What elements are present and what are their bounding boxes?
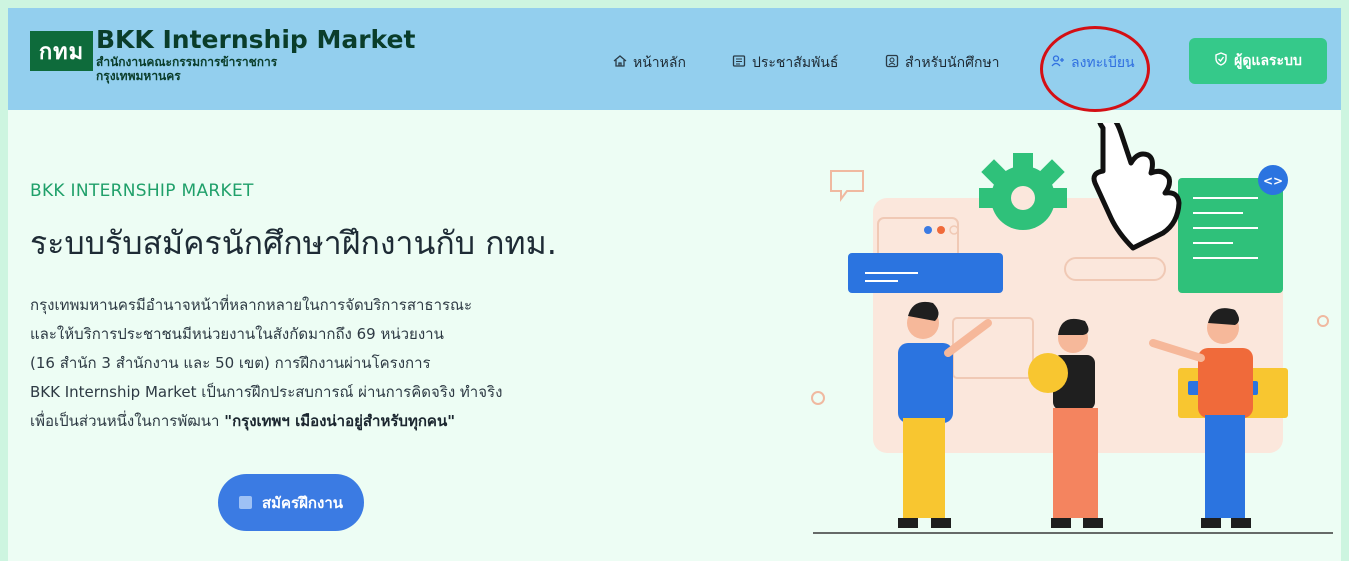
- hero-illustration: <>: [811, 123, 1333, 534]
- site-subtitle: สำนักงานคณะกรรมการข้าราชการ กรุงเทพมหานค…: [96, 55, 278, 83]
- hero-eyebrow: BKK INTERNSHIP MARKET: [30, 181, 254, 201]
- shield-check-icon: [1214, 52, 1228, 70]
- apply-button-label: สมัครฝึกงาน: [261, 493, 343, 512]
- site-title[interactable]: BKK Internship Market: [96, 25, 415, 54]
- desc-line-last: เพื่อเป็นส่วนหนึ่งในการพัฒนา "กรุงเทพฯ เ…: [30, 407, 650, 436]
- hero-headline: ระบบรับสมัครนักศึกษาฝึกงานกับ กทม.: [30, 224, 557, 262]
- desc-line: กรุงเทพมหานครมีอำนาจหน้าที่หลากหลายในการ…: [30, 296, 473, 314]
- desc-slogan: "กรุงเทพฯ เมืองน่าอยู่สำหรับทุกคน": [224, 412, 456, 430]
- home-icon: [613, 54, 627, 72]
- highlight-circle-annotation: [1040, 26, 1150, 112]
- nav-news-label: ประชาสัมพันธ์: [752, 55, 839, 71]
- apply-internship-button[interactable]: สมัครฝึกงาน: [218, 474, 364, 531]
- nav-home-label: หน้าหลัก: [633, 55, 686, 71]
- bma-logo[interactable]: กทม: [30, 31, 93, 71]
- desc-line: (16 สำนัก 3 สำนักงาน และ 50 เขต) การฝึกง…: [30, 354, 431, 372]
- nav-students-label: สำหรับนักศึกษา: [905, 55, 1000, 71]
- svg-text:<>: <>: [1263, 174, 1283, 188]
- nav-news[interactable]: ประชาสัมพันธ์: [732, 52, 838, 74]
- admin-button-label: ผู้ดูแลระบบ: [1234, 53, 1302, 69]
- admin-button[interactable]: ผู้ดูแลระบบ: [1189, 38, 1327, 84]
- page-frame: กทม BKK Internship Market สำนักงานคณะกรร…: [8, 8, 1341, 561]
- hero-description: กรุงเทพมหานครมีอำนาจหน้าที่หลากหลายในการ…: [30, 291, 650, 436]
- nav-home[interactable]: หน้าหลัก: [613, 52, 686, 74]
- nav-students[interactable]: สำหรับนักศึกษา: [885, 52, 1000, 74]
- top-header: กทม BKK Internship Market สำนักงานคณะกรร…: [8, 8, 1341, 112]
- desc-line: และให้บริการประชาชนมีหน่วยงานในสังกัดมาก…: [30, 325, 444, 343]
- desc-line: เพื่อเป็นส่วนหนึ่งในการพัฒนา: [30, 412, 225, 430]
- apply-icon: [238, 496, 252, 509]
- desc-line: BKK Internship Market เป็นการฝึกประสบการ…: [30, 383, 503, 401]
- student-card-icon: [885, 54, 899, 72]
- newspaper-icon: [732, 54, 746, 72]
